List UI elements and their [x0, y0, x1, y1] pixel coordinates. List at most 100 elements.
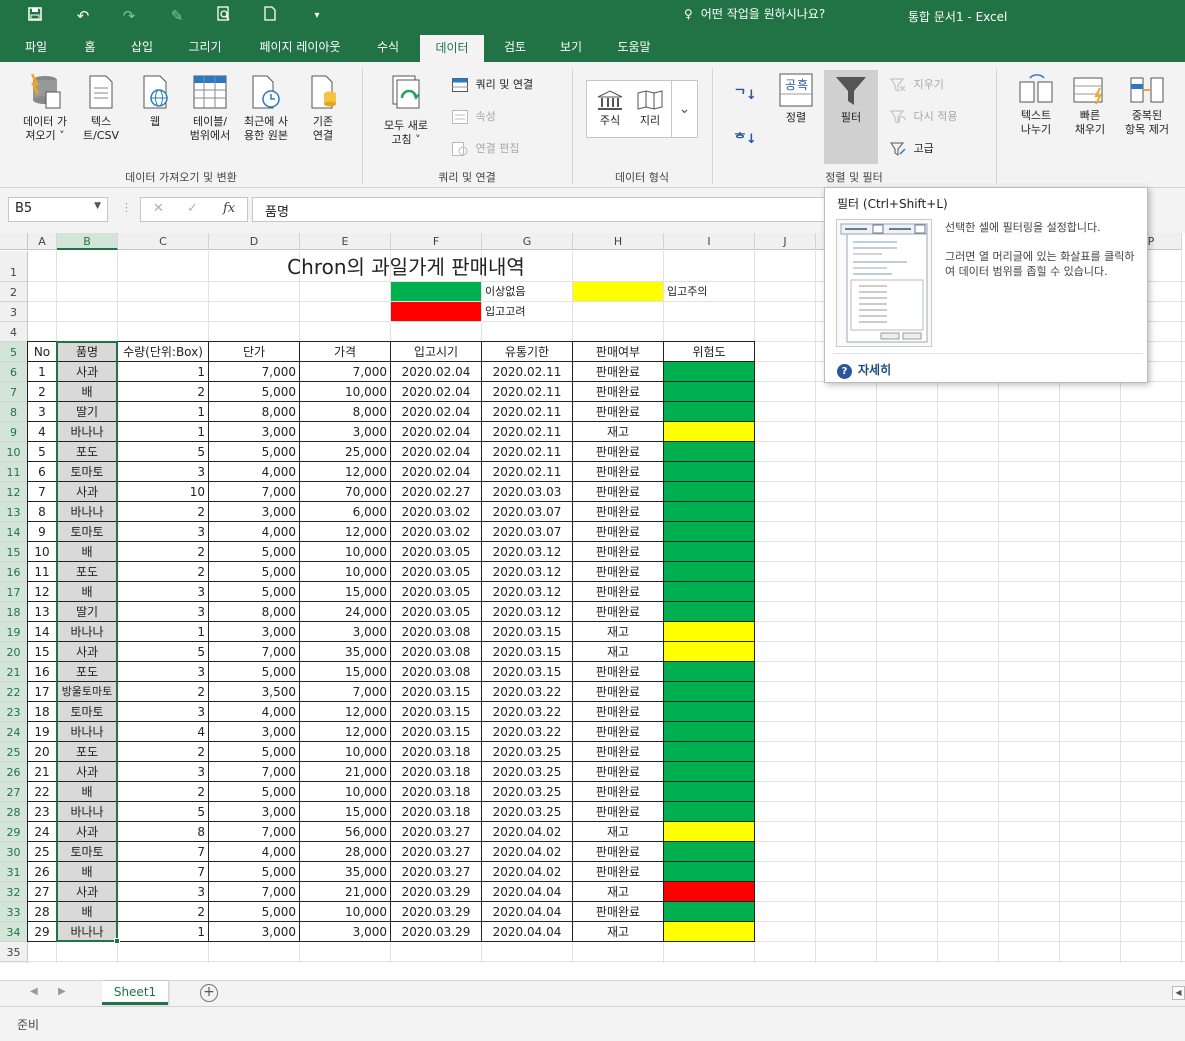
risk-cell[interactable]: [664, 862, 755, 882]
table-cell[interactable]: 5,000: [209, 542, 300, 562]
table-cell[interactable]: 5: [118, 802, 209, 822]
table-cell[interactable]: 바나나: [57, 622, 118, 642]
row-header[interactable]: 33: [0, 902, 28, 922]
properties-button[interactable]: 속성: [452, 108, 496, 126]
table-cell[interactable]: 2020.03.29: [391, 922, 482, 942]
table-cell[interactable]: 5: [118, 442, 209, 462]
table-cell[interactable]: 2020.02.04: [391, 382, 482, 402]
row-header[interactable]: 32: [0, 882, 28, 902]
legend-swatch-reorder[interactable]: [391, 302, 481, 321]
table-cell[interactable]: 배: [57, 542, 118, 562]
table-cell[interactable]: 7: [118, 842, 209, 862]
from-table-button[interactable]: 테이블/ 범위에서: [182, 72, 238, 143]
table-cell[interactable]: 12,000: [300, 722, 391, 742]
row-header[interactable]: 22: [0, 682, 28, 702]
table-cell[interactable]: 판매완료: [573, 842, 664, 862]
table-cell[interactable]: 판매완료: [573, 442, 664, 462]
table-cell[interactable]: 2020.03.15: [391, 722, 482, 742]
remove-duplicates-button[interactable]: 중복된 항목 제거: [1118, 74, 1176, 137]
table-cell[interactable]: 판매완료: [573, 522, 664, 542]
risk-cell[interactable]: [664, 722, 755, 742]
table-cell[interactable]: 5,000: [209, 562, 300, 582]
from-text-csv-button[interactable]: 텍스 트/CSV: [78, 72, 124, 143]
table-cell[interactable]: 4: [28, 422, 57, 442]
existing-connections-button[interactable]: 기존 연결: [300, 72, 346, 143]
tab-3[interactable]: 삽입: [125, 33, 159, 62]
table-cell[interactable]: 8,000: [300, 402, 391, 422]
table-cell[interactable]: 4,000: [209, 462, 300, 482]
queries-connections-button[interactable]: 쿼리 및 연결: [452, 76, 533, 94]
column-header-C[interactable]: C: [118, 233, 209, 250]
redo-icon[interactable]: ↷: [118, 6, 140, 26]
table-cell[interactable]: 배: [57, 862, 118, 882]
table-cell[interactable]: 7: [118, 862, 209, 882]
table-cell[interactable]: 사과: [57, 882, 118, 902]
table-cell[interactable]: 5,000: [209, 862, 300, 882]
scroll-right-icon[interactable]: ▶: [58, 986, 66, 997]
row-header[interactable]: 25: [0, 742, 28, 762]
table-cell[interactable]: 28,000: [300, 842, 391, 862]
risk-cell[interactable]: [664, 782, 755, 802]
row-header[interactable]: 14: [0, 522, 28, 542]
table-cell[interactable]: 2020.04.04: [482, 882, 573, 902]
table-cell[interactable]: 3,000: [300, 422, 391, 442]
table-cell[interactable]: 2020.03.08: [391, 662, 482, 682]
get-data-button[interactable]: 데이터 가 져오기 ˅: [14, 72, 76, 143]
tell-me-more-link[interactable]: ? 자세히: [837, 361, 891, 379]
table-cell[interactable]: 2020.03.12: [482, 582, 573, 602]
tab-10[interactable]: 도움말: [610, 33, 658, 62]
enter-icon[interactable]: ✓: [187, 201, 198, 216]
risk-cell[interactable]: [664, 642, 755, 662]
table-cell[interactable]: 2020.03.05: [391, 562, 482, 582]
row-header[interactable]: 24: [0, 722, 28, 742]
table-cell[interactable]: 2: [118, 382, 209, 402]
table-cell[interactable]: 16: [28, 662, 57, 682]
row-header[interactable]: 9: [0, 422, 28, 442]
table-cell[interactable]: 2020.02.04: [391, 402, 482, 422]
customize-toolbar-icon[interactable]: ▾: [306, 6, 328, 26]
row-header[interactable]: 21: [0, 662, 28, 682]
table-cell[interactable]: 24,000: [300, 602, 391, 622]
table-cell[interactable]: 3,000: [209, 622, 300, 642]
table-cell[interactable]: 70,000: [300, 482, 391, 502]
table-cell[interactable]: 판매완료: [573, 602, 664, 622]
select-all-corner[interactable]: [0, 233, 28, 250]
table-cell[interactable]: 2020.02.04: [391, 422, 482, 442]
table-cell[interactable]: 판매완료: [573, 382, 664, 402]
table-cell[interactable]: 판매완료: [573, 662, 664, 682]
table-cell[interactable]: 판매완료: [573, 722, 664, 742]
sort-ascending-icon[interactable]: ᄀ↓: [734, 84, 757, 103]
table-cell[interactable]: 딸기: [57, 402, 118, 422]
risk-cell[interactable]: [664, 442, 755, 462]
table-cell[interactable]: 2020.03.12: [482, 602, 573, 622]
table-cell[interactable]: 3: [118, 762, 209, 782]
table-cell[interactable]: 7,000: [209, 362, 300, 382]
column-header-F[interactable]: F: [391, 233, 482, 250]
row-header[interactable]: 31: [0, 862, 28, 882]
table-cell[interactable]: 2020.03.02: [391, 502, 482, 522]
table-cell[interactable]: 3: [118, 522, 209, 542]
table-cell[interactable]: 2020.03.29: [391, 902, 482, 922]
risk-cell[interactable]: [664, 482, 755, 502]
column-header-B[interactable]: B: [57, 233, 118, 250]
risk-cell[interactable]: [664, 582, 755, 602]
column-header-G[interactable]: G: [482, 233, 573, 250]
table-cell[interactable]: 3: [118, 462, 209, 482]
row-header[interactable]: 10: [0, 442, 28, 462]
risk-cell[interactable]: [664, 462, 755, 482]
table-cell[interactable]: 10,000: [300, 902, 391, 922]
legend-swatch-caution[interactable]: [573, 282, 663, 301]
table-cell[interactable]: 2: [28, 382, 57, 402]
table-cell[interactable]: 배: [57, 382, 118, 402]
table-cell[interactable]: 5: [28, 442, 57, 462]
table-cell[interactable]: 2: [118, 562, 209, 582]
table-cell[interactable]: 2020.03.25: [482, 742, 573, 762]
table-cell[interactable]: 2020.04.02: [482, 842, 573, 862]
table-cell[interactable]: 배: [57, 782, 118, 802]
risk-cell[interactable]: [664, 842, 755, 862]
row-header[interactable]: 18: [0, 602, 28, 622]
risk-cell[interactable]: [664, 922, 755, 942]
row-header[interactable]: 23: [0, 702, 28, 722]
table-cell[interactable]: 15,000: [300, 582, 391, 602]
table-cell[interactable]: 4: [118, 722, 209, 742]
